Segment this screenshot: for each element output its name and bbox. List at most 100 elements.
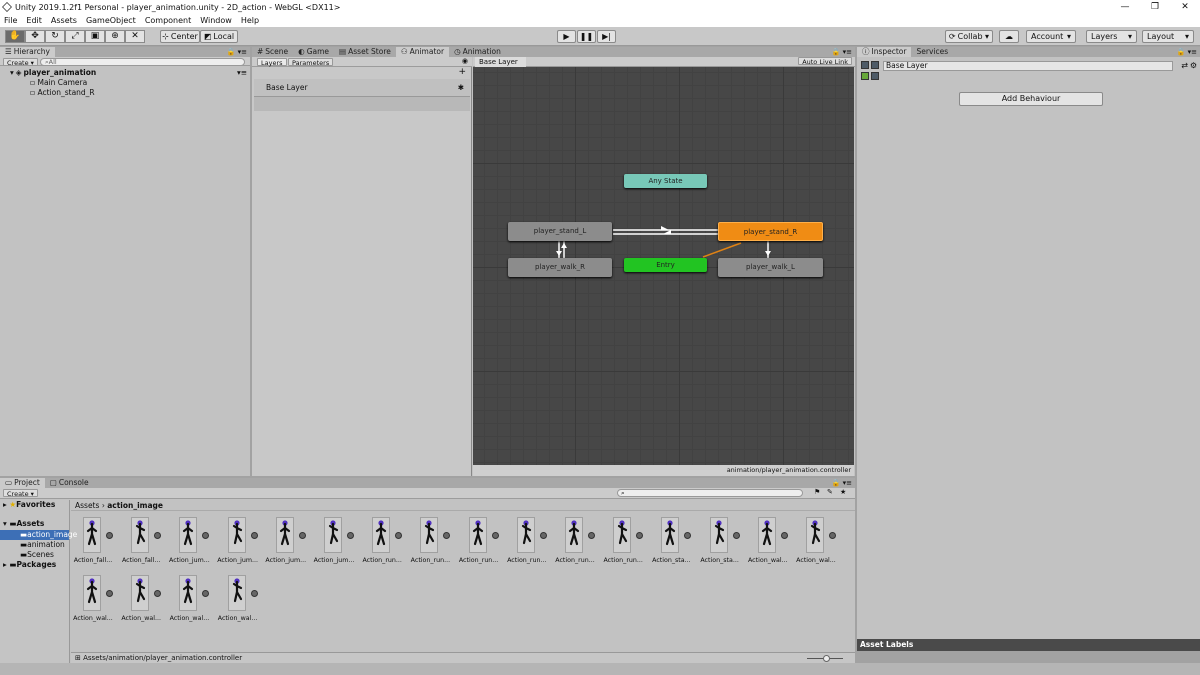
- auto-live-link-button[interactable]: Auto Live Link: [798, 57, 852, 66]
- account-dropdown[interactable]: Account ▾: [1026, 30, 1076, 43]
- asset-thumbnail[interactable]: [83, 517, 101, 553]
- asset-thumbnail[interactable]: [806, 517, 824, 553]
- add-behaviour-button[interactable]: Add Behaviour: [959, 92, 1103, 106]
- tab-services[interactable]: Services: [911, 47, 953, 57]
- asset-thumbnail[interactable]: [613, 517, 632, 553]
- filter-type-icon[interactable]: ⚑: [814, 488, 820, 496]
- panel-options-icon[interactable]: 🔒 ▾≡: [832, 47, 852, 57]
- tab-asset-store[interactable]: ▤ Asset Store: [334, 47, 396, 57]
- zoom-slider[interactable]: [807, 655, 843, 662]
- play-button[interactable]: ▶: [557, 30, 576, 43]
- asset-thumbnail[interactable]: [324, 517, 342, 553]
- pause-button[interactable]: ❚❚: [577, 30, 596, 43]
- inspector-name-field[interactable]: Base Layer: [883, 61, 1173, 71]
- rect-tool-icon[interactable]: ▣: [85, 30, 105, 43]
- sprite-expand-icon[interactable]: [636, 532, 644, 539]
- asset-thumbnail[interactable]: [757, 517, 776, 553]
- sprite-expand-icon[interactable]: [202, 532, 210, 539]
- asset-thumbnail[interactable]: [565, 517, 583, 553]
- sprite-expand-icon[interactable]: [443, 532, 451, 539]
- step-button[interactable]: ▶|: [597, 30, 616, 43]
- maximize-button[interactable]: ❐: [1140, 0, 1170, 14]
- sprite-expand-icon[interactable]: [250, 532, 258, 539]
- menu-file[interactable]: File: [4, 16, 17, 25]
- sprite-expand-icon[interactable]: [347, 532, 354, 539]
- asset-thumbnail[interactable]: [227, 575, 246, 611]
- state-player-walk-r[interactable]: player_walk_R: [508, 258, 612, 277]
- sprite-expand-icon[interactable]: [250, 590, 258, 597]
- scene-row[interactable]: ▾ ◈ player_animation ▾≡: [0, 68, 250, 78]
- layers-dropdown[interactable]: Layers ▾: [1086, 30, 1137, 43]
- menu-help[interactable]: Help: [241, 16, 259, 25]
- hierarchy-create-button[interactable]: Create ▾: [3, 58, 38, 67]
- sprite-expand-icon[interactable]: [491, 532, 499, 539]
- asset-thumbnail[interactable]: [83, 575, 101, 611]
- pivot-center-button[interactable]: ⊹ Center: [160, 30, 200, 43]
- move-tool-icon[interactable]: ✥: [25, 30, 45, 43]
- folder-scenes[interactable]: ▬Scenes: [0, 550, 69, 560]
- tab-game[interactable]: ◐ Game: [293, 47, 334, 57]
- packages-row[interactable]: ▸ ▬Packages: [0, 560, 69, 571]
- tab-hierarchy[interactable]: ☰ Hierarchy: [0, 47, 55, 57]
- asset-thumbnail[interactable]: [131, 517, 150, 553]
- project-create-button[interactable]: Create ▾: [3, 489, 38, 498]
- sprite-expand-icon[interactable]: [588, 532, 595, 539]
- favorites-row[interactable]: ▸ ★Favorites: [0, 500, 69, 511]
- sprite-expand-icon[interactable]: [732, 532, 740, 539]
- eye-icon[interactable]: ◉: [462, 57, 468, 65]
- tab-project[interactable]: ▭ Project: [0, 478, 45, 488]
- filter-label-icon[interactable]: ✎: [827, 488, 833, 496]
- scale-tool-icon[interactable]: ⤢: [65, 30, 85, 43]
- zoom-slider-thumb[interactable]: [823, 655, 830, 662]
- custom-tool-icon[interactable]: ✕: [125, 30, 145, 43]
- settings-icon[interactable]: ⇄: [1181, 61, 1188, 70]
- sprite-expand-icon[interactable]: [154, 532, 162, 539]
- minimize-button[interactable]: —: [1110, 0, 1140, 14]
- folder-action-image[interactable]: ▬action_image: [0, 530, 77, 540]
- asset-thumbnail[interactable]: [372, 517, 391, 553]
- animator-graph[interactable]: Any State player_stand_L player_stand_R …: [473, 67, 854, 465]
- tab-inspector[interactable]: ⓘ Inspector: [857, 47, 912, 57]
- project-search-input[interactable]: ⌕: [617, 489, 803, 497]
- layers-tab[interactable]: Layers: [257, 58, 287, 67]
- hand-tool-icon[interactable]: ✋: [5, 30, 25, 43]
- space-local-button[interactable]: ◩ Local: [200, 30, 238, 43]
- state-player-walk-l[interactable]: player_walk_L: [718, 258, 823, 277]
- panel-options-icon[interactable]: 🔒 ▾≡: [832, 478, 852, 488]
- asset-thumbnail[interactable]: [420, 517, 439, 553]
- state-entry[interactable]: Entry: [624, 258, 707, 272]
- menu-edit[interactable]: Edit: [26, 16, 42, 25]
- sprite-expand-icon[interactable]: [106, 532, 113, 539]
- asset-thumbnail[interactable]: [468, 517, 487, 553]
- asset-thumbnail[interactable]: [516, 517, 535, 553]
- state-any-state[interactable]: Any State: [624, 174, 707, 188]
- sprite-expand-icon[interactable]: [298, 532, 306, 539]
- breadcrumb-assets[interactable]: Assets: [75, 501, 99, 510]
- tab-console[interactable]: ▢ Console: [45, 478, 94, 488]
- sprite-expand-icon[interactable]: [780, 532, 788, 539]
- tab-animator[interactable]: ⚇ Animator: [395, 47, 450, 57]
- menu-gameobject[interactable]: GameObject: [86, 16, 136, 25]
- hierarchy-item-action-stand-r[interactable]: ▫ Action_stand_R: [0, 88, 250, 98]
- sprite-expand-icon[interactable]: [202, 590, 210, 597]
- sprite-expand-icon[interactable]: [829, 532, 836, 539]
- state-player-stand-l[interactable]: player_stand_L: [508, 222, 612, 241]
- asset-thumbnail[interactable]: [179, 575, 198, 611]
- hierarchy-search-input[interactable]: ⌕All: [40, 58, 245, 66]
- favorite-star-icon[interactable]: ★: [840, 488, 846, 496]
- close-button[interactable]: ✕: [1170, 0, 1200, 14]
- breadcrumb-action-image[interactable]: action_image: [107, 501, 163, 510]
- default-transition-line[interactable]: [702, 242, 742, 258]
- rotate-tool-icon[interactable]: ↻: [45, 30, 65, 43]
- layer-settings-icon[interactable]: ✱: [458, 79, 464, 97]
- add-layer-icon[interactable]: +: [458, 68, 466, 77]
- sprite-expand-icon[interactable]: [395, 532, 403, 539]
- menu-assets[interactable]: Assets: [51, 16, 77, 25]
- asset-thumbnail[interactable]: [227, 517, 246, 553]
- cloud-button[interactable]: ☁: [999, 30, 1019, 43]
- collab-dropdown[interactable]: ⟳ Collab ▾: [945, 30, 993, 43]
- scene-options-icon[interactable]: ▾≡: [237, 68, 247, 78]
- panel-options-icon[interactable]: 🔒 ▾≡: [227, 47, 247, 57]
- tab-scene[interactable]: # Scene: [252, 47, 293, 57]
- tab-animation[interactable]: ◷ Animation: [449, 47, 506, 57]
